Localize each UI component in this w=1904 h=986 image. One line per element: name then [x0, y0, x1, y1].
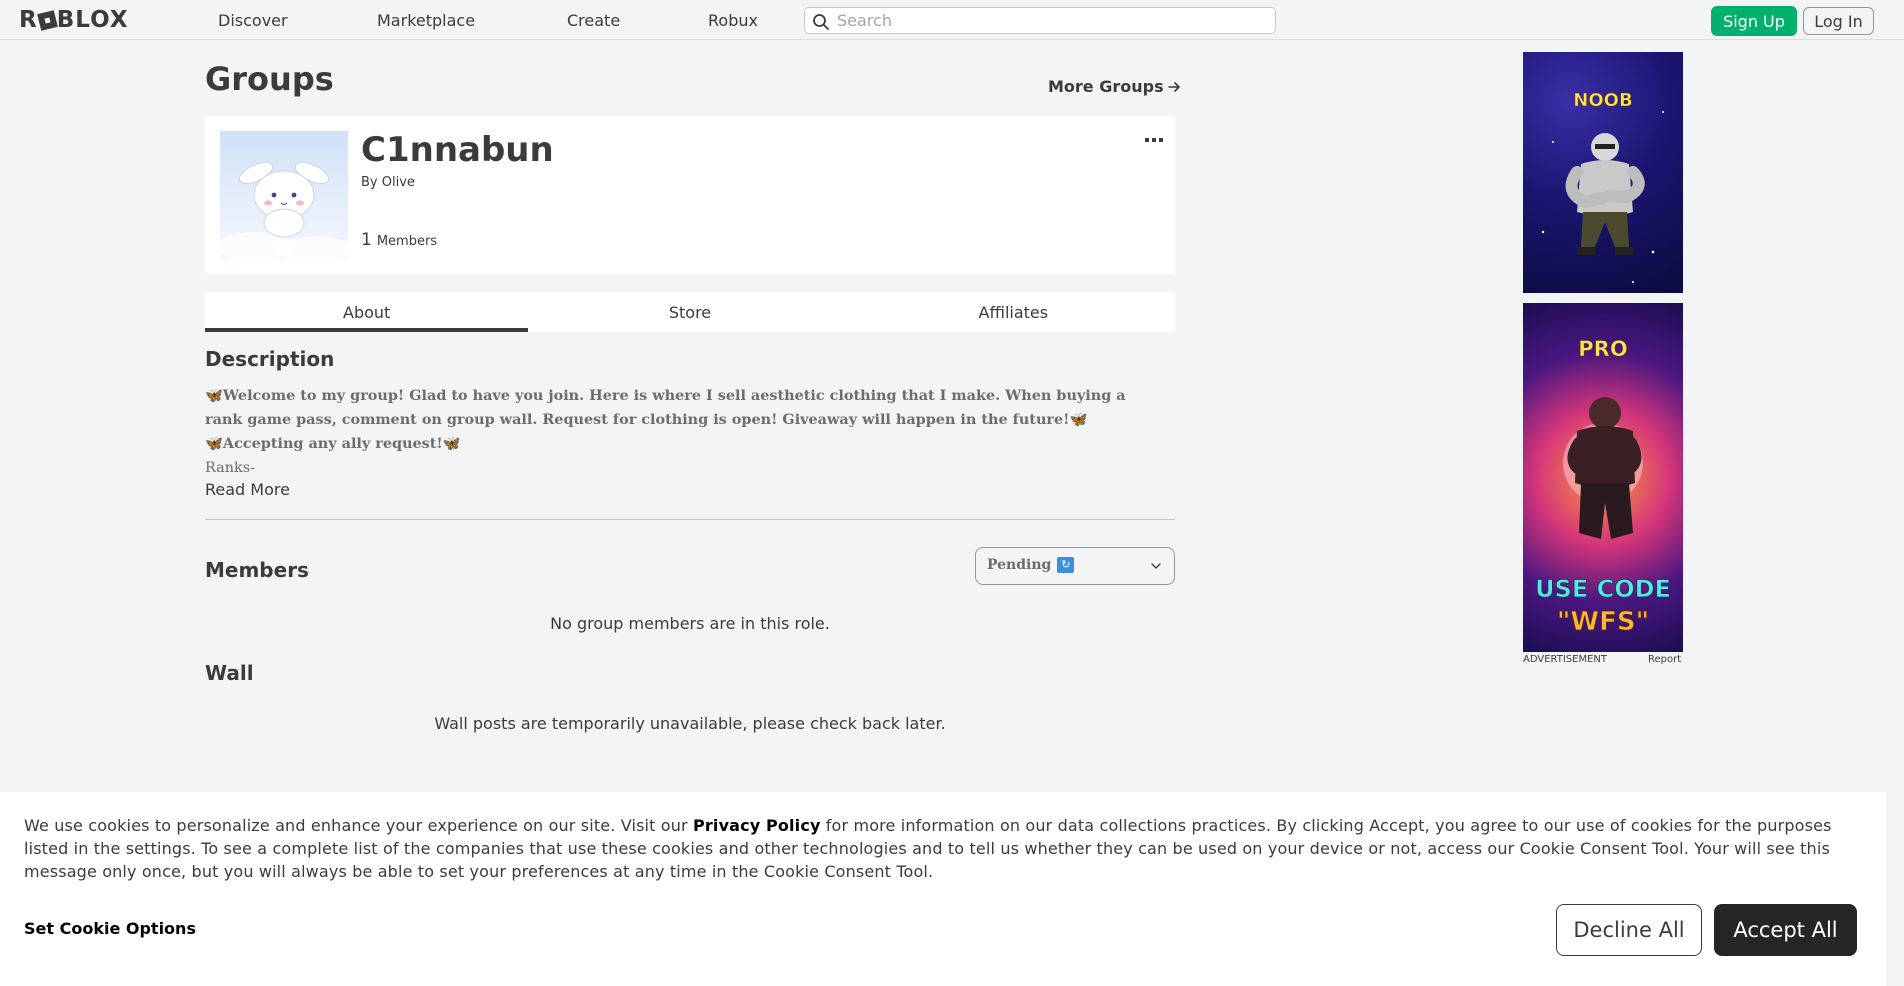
- nav-create[interactable]: Create: [567, 11, 620, 30]
- wall-unavailable-message: Wall posts are temporarily unavailable, …: [434, 714, 946, 733]
- read-more-link[interactable]: Read More: [205, 480, 290, 499]
- group-member-count: 1 Members: [361, 230, 437, 250]
- role-selected-label: Pending: [987, 557, 1052, 573]
- top-navigation-bar: R BLOX Discover Marketplace Create Robux …: [0, 0, 1904, 40]
- description-line: 🦋Welcome to my group! Glad to have you j…: [205, 384, 1165, 408]
- arrow-right-icon: [1167, 81, 1180, 92]
- tab-store[interactable]: Store: [528, 292, 851, 332]
- members-empty-message: No group members are in this role.: [550, 614, 830, 633]
- cookie-consent-text: We use cookies to personalize and enhanc…: [24, 814, 1874, 883]
- group-more-options-icon[interactable]: [1145, 128, 1163, 147]
- roblox-logo[interactable]: R BLOX: [19, 7, 129, 33]
- tab-about[interactable]: About: [205, 292, 529, 332]
- more-groups-label: More Groups: [1048, 77, 1164, 96]
- member-count-value: 1: [361, 230, 372, 250]
- description-text: Welcome to my group! Glad to have you jo…: [222, 387, 1126, 404]
- ad-pro-code-line: USE CODE: [1535, 575, 1672, 604]
- ad-pro-code-value: "WFS": [1556, 607, 1650, 638]
- advertisement-noob[interactable]: NOOB: [1523, 52, 1683, 293]
- nav-robux[interactable]: Robux: [708, 11, 758, 30]
- search-input[interactable]: [837, 10, 1267, 31]
- report-ad-link[interactable]: Report: [1648, 654, 1681, 665]
- sign-up-button[interactable]: Sign Up: [1711, 6, 1797, 36]
- set-cookie-options-link[interactable]: Set Cookie Options: [24, 919, 196, 938]
- by-label: By: [361, 175, 378, 190]
- ad-pro-text: PRO: [1578, 337, 1628, 362]
- group-header-card: C1nnabun By Olive 1 Members: [205, 116, 1175, 274]
- group-description: 🦋Welcome to my group! Glad to have you j…: [205, 384, 1165, 480]
- advertisement-label: ADVERTISEMENT: [1523, 654, 1608, 665]
- log-in-button[interactable]: Log In: [1803, 7, 1874, 35]
- role-dropdown[interactable]: Pending ↻: [975, 547, 1175, 585]
- ad-noob-character-icon: [1541, 111, 1664, 283]
- decline-all-button[interactable]: Decline All: [1556, 904, 1702, 956]
- cookie-text-part: We use cookies to personalize and enhanc…: [24, 816, 694, 835]
- group-emblem-image: [220, 131, 348, 259]
- group-name: C1nnabun: [361, 130, 554, 170]
- butterfly-icon: 🦋: [205, 387, 223, 404]
- butterfly-icon: 🦋: [442, 435, 461, 452]
- description-line: Ranks-: [205, 460, 255, 476]
- butterfly-icon: 🦋: [205, 435, 223, 452]
- wall-heading: Wall: [205, 661, 254, 685]
- page-scrollbar[interactable]: [1886, 40, 1904, 986]
- butterfly-icon: 🦋: [1069, 411, 1088, 428]
- group-owner-link[interactable]: Olive: [382, 175, 415, 190]
- description-heading: Description: [205, 347, 335, 371]
- cookie-consent-banner: We use cookies to personalize and enhanc…: [0, 792, 1886, 986]
- accept-all-button[interactable]: Accept All: [1714, 904, 1857, 956]
- description-text: Accepting any ally request!: [222, 435, 443, 452]
- nav-marketplace[interactable]: Marketplace: [377, 11, 475, 30]
- page-title: Groups: [205, 60, 334, 98]
- chevron-down-icon: [1151, 563, 1161, 569]
- tab-affiliates[interactable]: Affiliates: [852, 292, 1175, 332]
- role-dropdown-value: Pending ↻: [987, 557, 1075, 573]
- logo-tilted-square-icon: [36, 9, 58, 31]
- group-owner-line: By Olive: [361, 175, 415, 190]
- cinnamoroll-emblem-icon: [220, 161, 348, 259]
- members-heading: Members: [205, 558, 309, 582]
- search-box[interactable]: [804, 7, 1276, 34]
- advertisement-pro[interactable]: PRO USE CODE "WFS": [1523, 303, 1683, 652]
- sync-icon: ↻: [1057, 557, 1075, 573]
- group-tabs: About Store Affiliates: [205, 292, 1175, 332]
- description-line: rank game pass, comment on group wall. R…: [205, 408, 1165, 432]
- privacy-policy-link[interactable]: Privacy Policy: [693, 816, 821, 835]
- search-icon: [813, 14, 829, 30]
- more-groups-link[interactable]: More Groups: [1048, 77, 1181, 96]
- description-line: 🦋Accepting any ally request!🦋: [205, 432, 1165, 456]
- section-divider: [205, 519, 1175, 520]
- description-text: rank game pass, comment on group wall. R…: [205, 411, 1070, 428]
- member-count-label: Members: [376, 234, 438, 249]
- nav-discover[interactable]: Discover: [218, 11, 288, 30]
